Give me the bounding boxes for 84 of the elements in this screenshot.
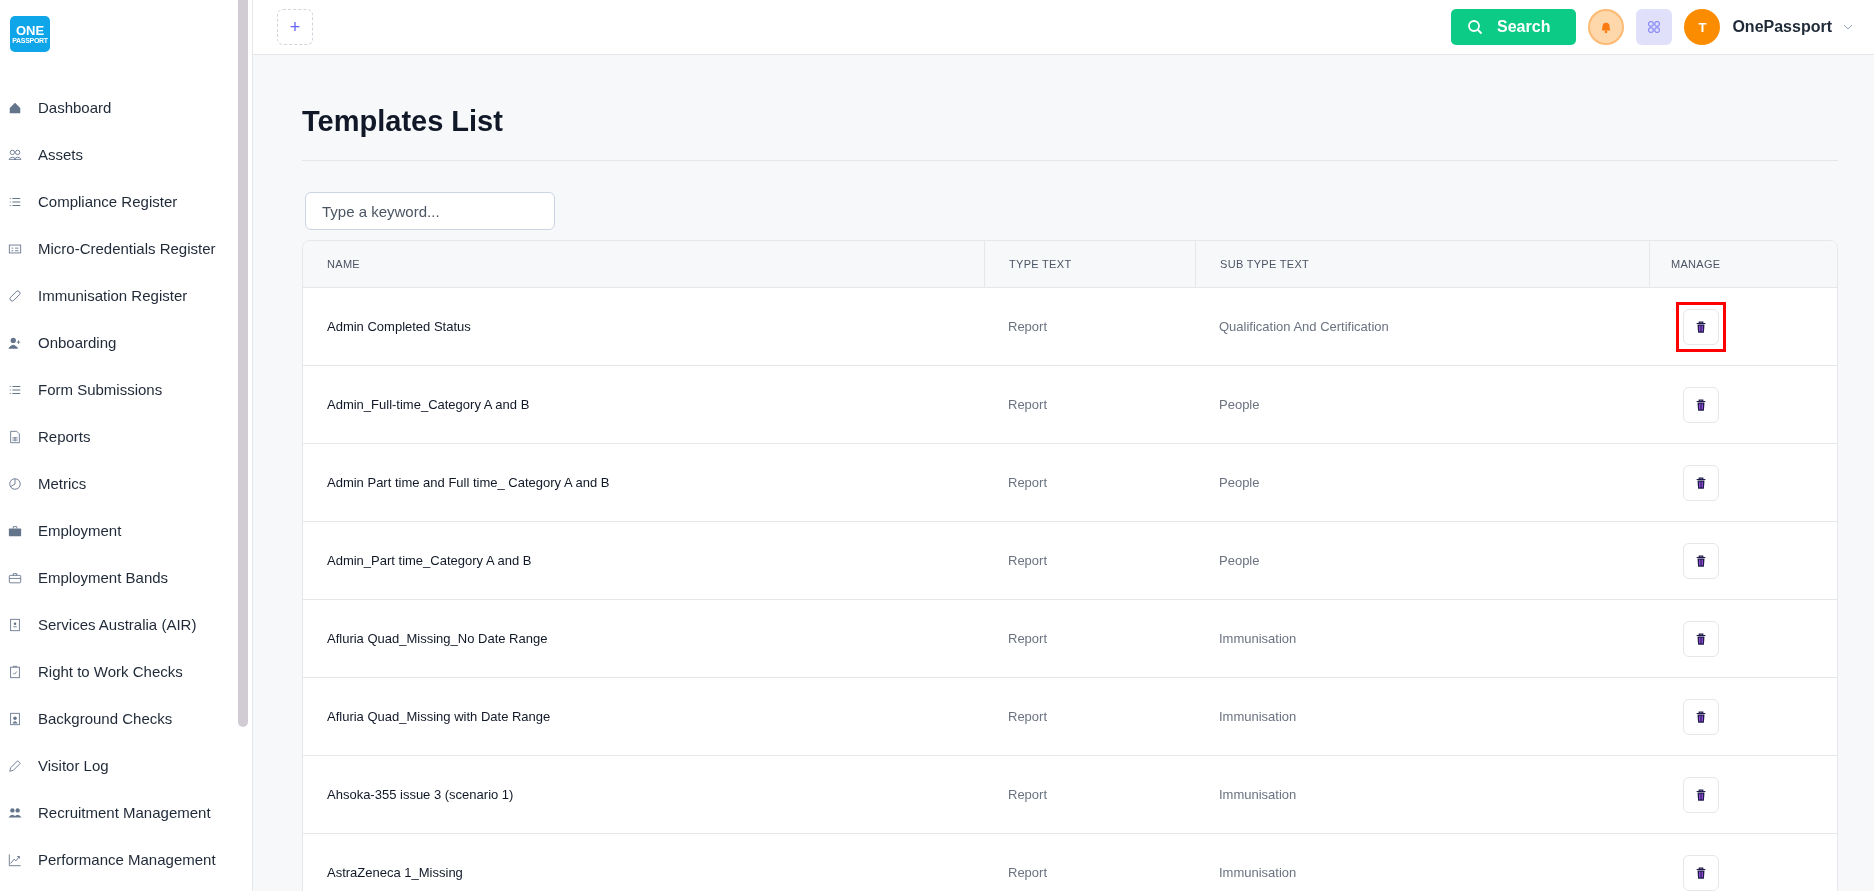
delete-button[interactable] <box>1683 698 1719 735</box>
trash-icon <box>1694 553 1708 568</box>
trash-icon <box>1694 787 1708 802</box>
column-header: NAME <box>327 258 360 270</box>
table-cell: People <box>1219 475 1260 490</box>
grid-icon <box>1647 20 1662 34</box>
pencil-icon <box>8 758 22 773</box>
account-menu[interactable]: OnePassport <box>1732 18 1854 36</box>
scrollbar[interactable] <box>238 0 248 727</box>
table-cell: Immunisation <box>1219 865 1297 880</box>
table-cell: Report <box>1008 787 1048 802</box>
sidebar-item[interactable]: Right to Work Checks <box>0 648 252 695</box>
delete-button[interactable] <box>1683 776 1719 813</box>
sidebar-item[interactable]: Reports <box>0 413 252 460</box>
pie-icon <box>8 476 22 491</box>
table-cell: Report <box>1008 709 1048 724</box>
column-header: TYPE TEXT <box>1009 258 1072 270</box>
sidebar-item[interactable]: Assets <box>0 131 252 178</box>
trash-icon <box>1694 631 1708 646</box>
trash-icon <box>1694 319 1708 334</box>
trash-icon <box>1694 865 1708 880</box>
house-icon <box>8 100 22 115</box>
table-cell: Qualification And Certification <box>1219 319 1389 334</box>
table-cell: Report <box>1008 631 1048 646</box>
notifications-button[interactable] <box>1588 9 1625 45</box>
briefcase-solid-icon <box>8 523 22 538</box>
delete-button[interactable] <box>1683 386 1719 423</box>
person-doc-icon <box>8 711 22 726</box>
column-header: SUB TYPE TEXT <box>1220 258 1310 270</box>
table-cell: Afluria Quad_Missing with Date Range <box>327 709 551 724</box>
table-cell: Immunisation <box>1219 709 1297 724</box>
column-header: MANAGE <box>1671 258 1721 270</box>
delete-button[interactable] <box>1683 854 1719 891</box>
search-icon <box>1467 19 1484 35</box>
table-cell: People <box>1219 397 1260 412</box>
sidebar-item[interactable]: Visitor Log <box>0 742 252 789</box>
table-cell: Report <box>1008 397 1048 412</box>
table-cell: Admin Part time and Full time_ Category A and B <box>327 475 610 490</box>
delete-button[interactable] <box>1683 620 1719 657</box>
people-icon <box>8 147 22 162</box>
document-icon <box>8 429 22 444</box>
table-cell: Afluria Quad_Missing_No Date Range <box>327 631 548 646</box>
clipboard-icon <box>8 664 22 679</box>
trash-icon <box>1694 709 1708 724</box>
table-cell: AstraZeneca 1_Missing <box>327 865 463 880</box>
trash-icon <box>1694 475 1708 490</box>
table-cell: Immunisation <box>1219 787 1297 802</box>
sidebar-item[interactable]: Services Australia (AIR) <box>0 601 252 648</box>
sidebar-item[interactable]: Background Checks <box>0 695 252 742</box>
trend-icon <box>8 852 22 867</box>
badge-icon <box>8 617 22 632</box>
sidebar-item[interactable]: Compliance Register <box>0 178 252 225</box>
table-cell: Admin_Part time_Category A and B <box>327 553 532 568</box>
sidebar-item[interactable]: Employment <box>0 507 252 554</box>
search-field[interactable]: Type a keyword... <box>305 192 555 230</box>
table-cell: Report <box>1008 475 1048 490</box>
table-cell: Admin Completed Status <box>327 319 471 334</box>
table-cell: Report <box>1008 553 1048 568</box>
table-cell: Ahsoka-355 issue 3 (scenario 1) <box>327 787 514 802</box>
table-cell: Immunisation <box>1219 631 1297 646</box>
table-cell: People <box>1219 553 1260 568</box>
sidebar-item[interactable]: Onboarding <box>0 319 252 366</box>
table-cell: Report <box>1008 865 1048 880</box>
delete-button[interactable] <box>1683 464 1719 501</box>
delete-button[interactable] <box>1683 308 1719 345</box>
sidebar-item[interactable]: Form Submissions <box>0 366 252 413</box>
sidebar-item[interactable]: Metrics <box>0 460 252 507</box>
people-solid-icon <box>8 805 22 820</box>
add-button[interactable]: + <box>277 9 313 45</box>
delete-button[interactable] <box>1683 542 1719 579</box>
sidebar-item[interactable]: Micro-Credentials Register <box>0 225 252 272</box>
bandage-icon <box>8 288 22 303</box>
table-cell: Report <box>1008 319 1048 334</box>
sidebar-item[interactable]: Dashboard <box>0 84 252 131</box>
briefcase-icon <box>8 570 22 585</box>
sidebar-item[interactable]: Immunisation Register <box>0 272 252 319</box>
sidebar-item[interactable]: Recruitment Management <box>0 789 252 836</box>
trash-icon <box>1694 397 1708 412</box>
sidebar-item[interactable]: Employment Bands <box>0 554 252 601</box>
table-cell: Admin_Full-time_Category A and B <box>327 397 530 412</box>
card-icon <box>8 241 22 256</box>
sidebar-item[interactable]: Performance Management <box>0 836 252 883</box>
page-title: Templates List <box>302 105 504 138</box>
user-plus-icon <box>8 335 22 350</box>
